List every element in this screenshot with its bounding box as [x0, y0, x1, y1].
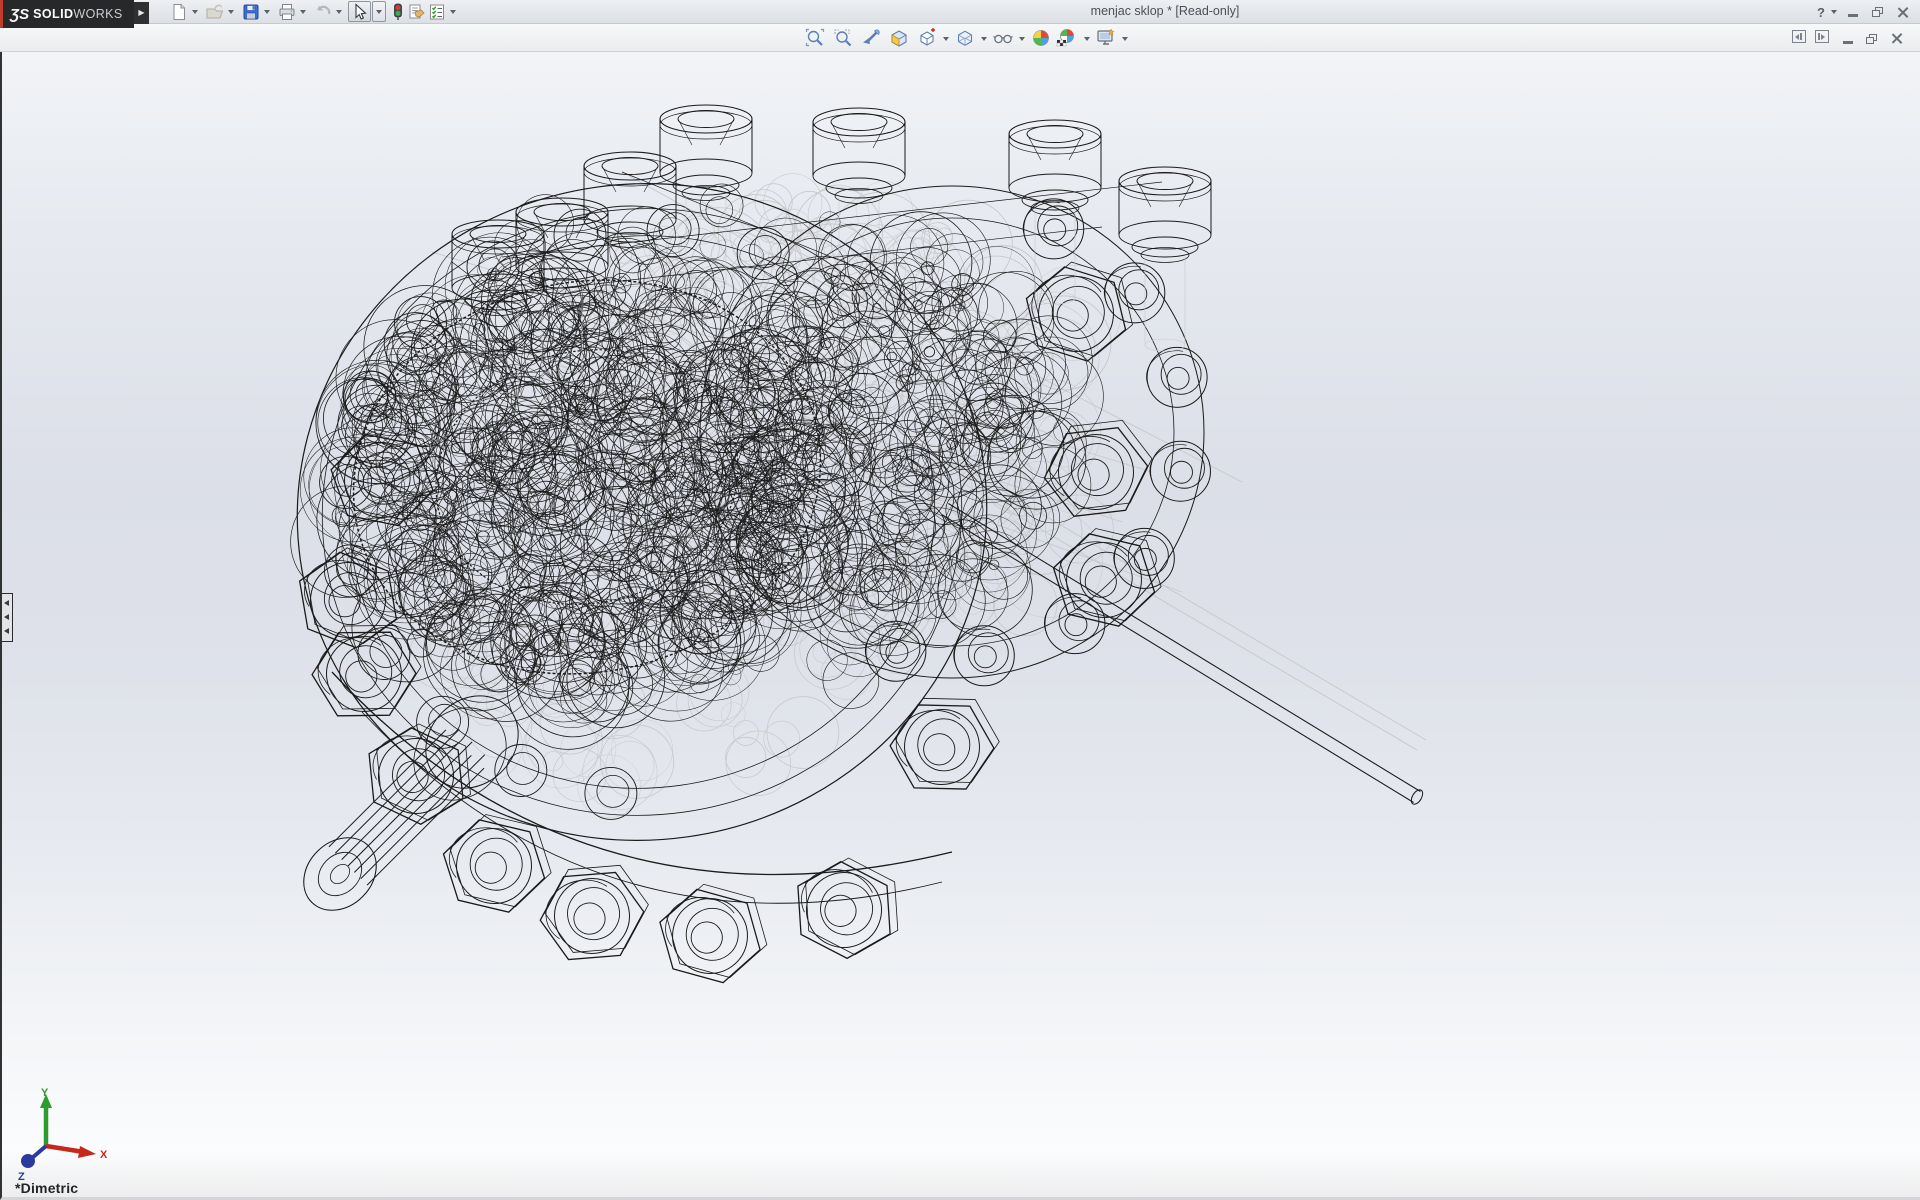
help-dropdown-icon[interactable] [1831, 10, 1837, 14]
brand-name-bold: SOLID [33, 7, 73, 21]
view-orientation-label: *Dimetric [15, 1180, 78, 1196]
view-settings-dropdown-icon[interactable] [1122, 37, 1128, 41]
titlebar: ƷS SOLID WORKS ▶ [0, 0, 1920, 24]
pane-collapse-left-icon[interactable] [1792, 30, 1806, 43]
close-button[interactable] [1894, 5, 1910, 19]
document-title: menjac sklop * [Read-only] [1091, 4, 1240, 18]
help-icon[interactable]: ? [1814, 3, 1828, 21]
document-minimize-button[interactable] [1840, 30, 1856, 46]
reference-triad: Y X Z [10, 1084, 120, 1194]
dassault-logo-glyph: ƷS [10, 6, 29, 23]
rebuild-traffic-light-icon[interactable] [389, 3, 407, 21]
save-icon[interactable] [242, 3, 260, 21]
edit-appearance-icon[interactable] [1031, 28, 1051, 48]
collapse-arrow-icon [4, 614, 9, 620]
brand-name-light: WORKS [73, 7, 122, 21]
pane-collapse-right-icon[interactable] [1815, 30, 1829, 43]
open-document-icon[interactable] [206, 3, 224, 21]
zoom-to-area-icon[interactable] [833, 28, 853, 48]
display-style-icon[interactable] [955, 28, 975, 48]
new-document-icon[interactable] [170, 3, 188, 21]
section-view-icon[interactable] [889, 28, 909, 48]
view-orientation-icon[interactable] [917, 28, 937, 48]
select-dropdown-icon[interactable] [376, 10, 382, 14]
heads-up-toolbar [0, 24, 1920, 52]
graphics-viewport[interactable]: Y X Z *Dimetric [0, 52, 1920, 1200]
collapse-arrow-icon [4, 600, 9, 606]
undo-icon[interactable] [314, 3, 332, 21]
menu-expand-arrow-icon[interactable]: ▶ [134, 2, 149, 24]
svg-text:Y: Y [41, 1087, 49, 1099]
options-dropdown-icon[interactable] [450, 10, 456, 14]
view-orientation-dropdown-icon[interactable] [943, 37, 949, 41]
minimize-button[interactable] [1845, 2, 1861, 20]
open-document-dropdown-icon[interactable] [228, 10, 234, 14]
print-dropdown-icon[interactable] [300, 10, 306, 14]
svg-text:X: X [100, 1149, 108, 1161]
options-icon[interactable] [428, 3, 446, 21]
solidworks-logo: ƷS SOLID WORKS [0, 0, 134, 28]
wireframe-model [2, 52, 1920, 1197]
hide-show-items-dropdown-icon[interactable] [1019, 37, 1025, 41]
featuremanager-collapsed-tab[interactable] [2, 593, 13, 642]
hide-show-items-icon[interactable] [993, 28, 1013, 48]
view-settings-icon[interactable] [1096, 28, 1116, 48]
save-dropdown-icon[interactable] [264, 10, 270, 14]
document-close-button[interactable] [1888, 32, 1904, 45]
undo-dropdown-icon[interactable] [336, 10, 342, 14]
restore-button[interactable] [1869, 5, 1885, 19]
zoom-to-fit-icon[interactable] [805, 28, 825, 48]
apply-scene-icon[interactable] [1056, 28, 1076, 48]
collapse-arrow-icon [4, 628, 9, 634]
document-restore-button[interactable] [1863, 32, 1879, 45]
select-cursor-icon[interactable] [351, 3, 369, 21]
file-properties-icon[interactable] [407, 3, 425, 21]
solidworks-window: { "window": { "logo": { "glyph": "ƷS", "… [0, 0, 1920, 1200]
previous-view-icon[interactable] [861, 28, 881, 48]
new-document-dropdown-icon[interactable] [192, 10, 198, 14]
apply-scene-dropdown-icon[interactable] [1084, 37, 1090, 41]
display-style-dropdown-icon[interactable] [981, 37, 987, 41]
logo-red-stripe [0, 0, 3, 28]
print-icon[interactable] [278, 3, 296, 21]
